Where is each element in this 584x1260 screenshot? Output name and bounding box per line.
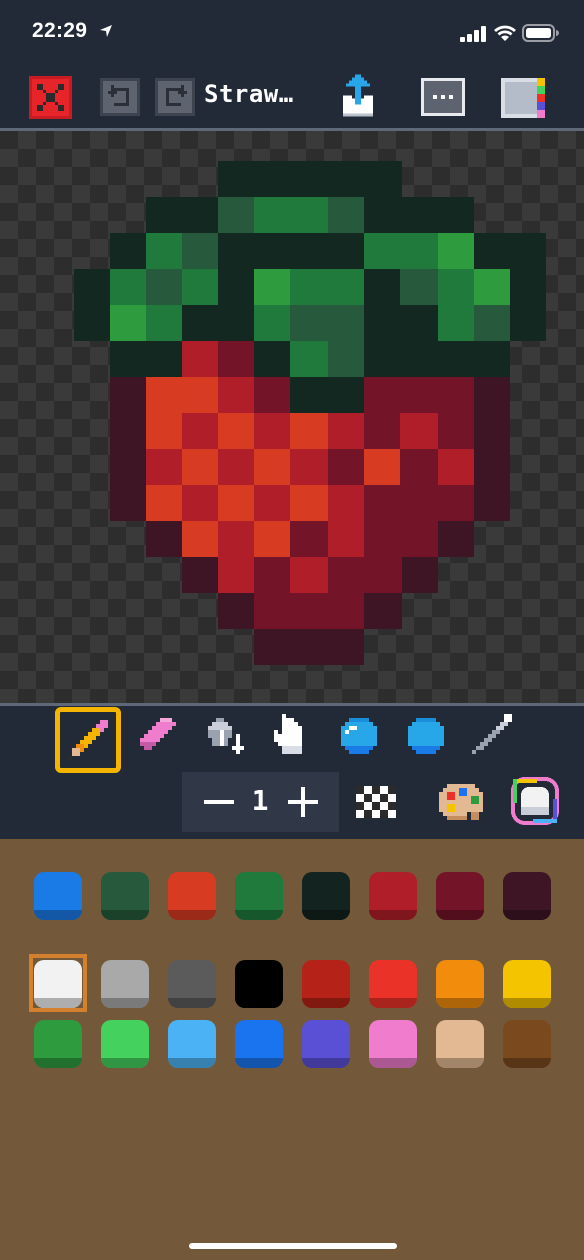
increase-size-button-vertical[interactable] bbox=[301, 787, 305, 817]
battery-icon bbox=[522, 24, 559, 42]
swatch-shade bbox=[235, 910, 283, 920]
wifi-icon bbox=[494, 25, 516, 41]
color-swatch[interactable] bbox=[101, 960, 149, 1008]
brush-size-stepper: 1 bbox=[182, 772, 339, 832]
swatch-shade bbox=[436, 998, 484, 1008]
swatch-shade bbox=[168, 910, 216, 920]
color-swatch[interactable] bbox=[302, 872, 350, 920]
swatch-shade bbox=[101, 1058, 149, 1068]
redo-icon bbox=[166, 85, 187, 106]
color-swatch[interactable] bbox=[369, 1020, 417, 1068]
status-time: 22:29 bbox=[32, 19, 88, 42]
swatch-shade bbox=[302, 910, 350, 920]
color-swatch[interactable] bbox=[101, 872, 149, 920]
layers-button[interactable] bbox=[501, 78, 545, 118]
color-swatch[interactable] bbox=[503, 960, 551, 1008]
swatch-shade bbox=[235, 1058, 283, 1068]
decrease-size-button[interactable] bbox=[204, 800, 234, 804]
swatch-shade bbox=[235, 998, 283, 1008]
color-swatch[interactable] bbox=[235, 872, 283, 920]
layers-icon bbox=[501, 78, 545, 118]
drawing-canvas[interactable] bbox=[0, 131, 584, 703]
location-arrow-icon bbox=[100, 25, 112, 37]
paint-bucket-icon bbox=[208, 718, 244, 754]
swatch-shade bbox=[302, 1058, 350, 1068]
swatch-shade bbox=[503, 1058, 551, 1068]
close-icon bbox=[37, 84, 64, 111]
color-swatch[interactable] bbox=[168, 1020, 216, 1068]
primary-color-icon bbox=[341, 718, 377, 754]
swatch-shade bbox=[369, 1058, 417, 1068]
redo-button[interactable] bbox=[155, 78, 195, 116]
color-swatch[interactable] bbox=[168, 960, 216, 1008]
swatch-shade bbox=[34, 910, 82, 920]
strawberry-artwork bbox=[74, 161, 546, 665]
color-swatch[interactable] bbox=[302, 1020, 350, 1068]
color-swatch[interactable] bbox=[34, 960, 82, 1008]
swatch-shade bbox=[503, 910, 551, 920]
color-swatch[interactable] bbox=[34, 872, 82, 920]
document-title[interactable]: Straw… bbox=[204, 80, 294, 108]
home-indicator bbox=[189, 1243, 397, 1249]
swatch-shade bbox=[34, 998, 82, 1008]
color-swatch[interactable] bbox=[168, 872, 216, 920]
color-swatch[interactable] bbox=[436, 872, 484, 920]
swatch-shade bbox=[168, 998, 216, 1008]
color-swatch[interactable] bbox=[436, 1020, 484, 1068]
secondary-color-button[interactable] bbox=[400, 710, 460, 770]
color-swatch[interactable] bbox=[302, 960, 350, 1008]
primary-color-button[interactable] bbox=[333, 710, 393, 770]
eraser-tool-button[interactable] bbox=[132, 710, 192, 770]
color-swatch[interactable] bbox=[503, 872, 551, 920]
color-swatch[interactable] bbox=[101, 1020, 149, 1068]
color-palette bbox=[0, 839, 584, 1260]
eraser-icon bbox=[140, 718, 176, 750]
transparency-toggle-button[interactable] bbox=[352, 778, 400, 826]
swatch-shade bbox=[302, 998, 350, 1008]
eyedropper-tool-button[interactable] bbox=[468, 710, 528, 770]
brush-size-value: 1 bbox=[251, 784, 269, 817]
swatch-shade bbox=[101, 910, 149, 920]
hand-icon bbox=[274, 714, 302, 754]
color-swatch[interactable] bbox=[503, 1020, 551, 1068]
pencil-icon bbox=[68, 720, 108, 760]
pencil-tool-button[interactable] bbox=[55, 707, 121, 773]
cellular-signal-icon bbox=[460, 26, 486, 42]
more-options-button[interactable] bbox=[421, 78, 465, 116]
swatch-shade bbox=[369, 998, 417, 1008]
undo-button[interactable] bbox=[100, 78, 140, 116]
color-swatch[interactable] bbox=[369, 960, 417, 1008]
swatch-shade bbox=[436, 910, 484, 920]
current-color-icon bbox=[511, 777, 559, 825]
checkerboard-icon bbox=[356, 786, 396, 818]
color-swatch[interactable] bbox=[436, 960, 484, 1008]
eyedropper-icon bbox=[472, 714, 512, 754]
share-button[interactable] bbox=[340, 74, 376, 120]
close-button[interactable] bbox=[29, 76, 72, 119]
undo-icon bbox=[108, 85, 129, 106]
color-swatch[interactable] bbox=[235, 960, 283, 1008]
swatch-shade bbox=[369, 910, 417, 920]
swatch-shade bbox=[436, 1058, 484, 1068]
palette-editor-button[interactable] bbox=[435, 776, 487, 828]
status-bar: 22:29 bbox=[0, 0, 584, 68]
color-swatch[interactable] bbox=[235, 1020, 283, 1068]
share-icon bbox=[343, 74, 373, 117]
swatch-shade bbox=[34, 1058, 82, 1068]
artist-palette-icon bbox=[439, 784, 483, 820]
swatch-shade bbox=[168, 1058, 216, 1068]
current-color-button[interactable] bbox=[509, 775, 561, 827]
swatch-shade bbox=[503, 998, 551, 1008]
secondary-color-icon bbox=[408, 718, 444, 754]
hand-tool-button[interactable] bbox=[266, 710, 326, 770]
swatch-shade bbox=[101, 998, 149, 1008]
color-swatch[interactable] bbox=[34, 1020, 82, 1068]
color-swatch[interactable] bbox=[369, 872, 417, 920]
fill-tool-button[interactable] bbox=[200, 710, 260, 770]
more-icon bbox=[433, 95, 453, 99]
